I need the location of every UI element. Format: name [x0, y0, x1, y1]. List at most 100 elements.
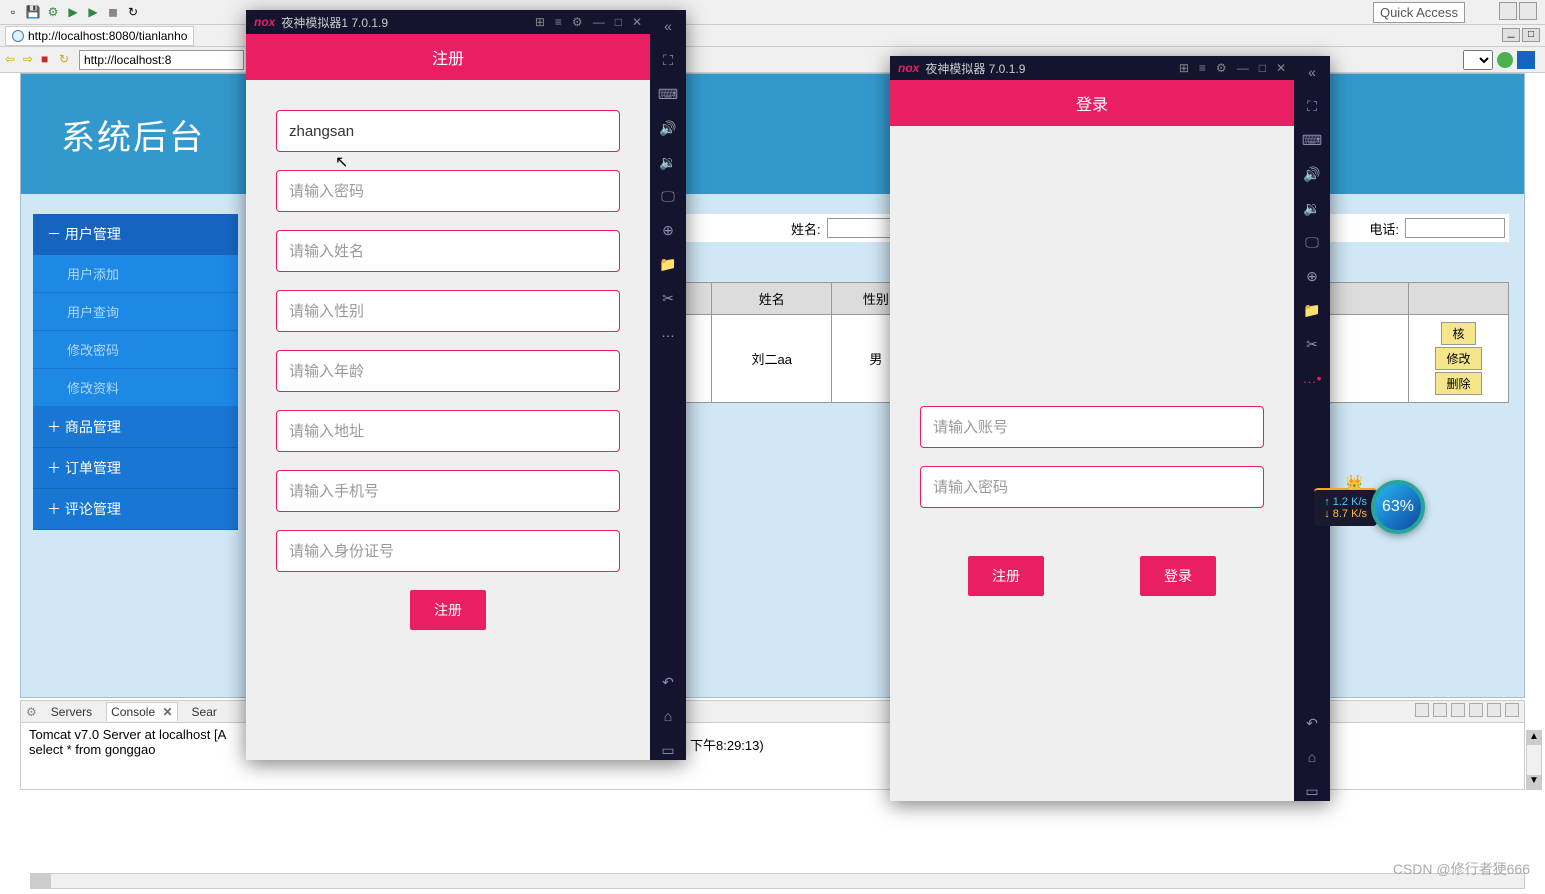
register-age-input[interactable] [276, 350, 620, 392]
console-scroll-icon[interactable] [1433, 703, 1447, 717]
sidebar-item-change-pwd[interactable]: 修改密码 [33, 331, 238, 369]
register-address-input[interactable] [276, 410, 620, 452]
android-home-icon[interactable]: ⌂ [658, 706, 678, 726]
register-submit-button[interactable]: 注册 [410, 590, 486, 630]
nox1-titlebar[interactable]: nox 夜神模拟器1 7.0.1.9 ⊞ ≡ ⚙ — □ ✕ [246, 10, 650, 34]
minimize-icon[interactable]: — [593, 15, 605, 29]
browser-mode-icon[interactable] [1517, 51, 1535, 69]
stop-icon[interactable]: ◼ [105, 4, 121, 20]
nox-logo-icon: nox [254, 15, 275, 29]
sidebar-item-change-info[interactable]: 修改资料 [33, 369, 238, 407]
login-password-input[interactable] [920, 466, 1264, 508]
collapse-icon[interactable]: « [1302, 62, 1322, 82]
console-clear-icon[interactable] [1415, 703, 1429, 717]
close-icon[interactable]: ✕ [1276, 61, 1286, 75]
sidebar-item-user-mgmt[interactable]: － 用户管理 [33, 214, 238, 255]
volume-up-icon[interactable]: 🔊 [1302, 164, 1322, 184]
login-account-input[interactable] [920, 406, 1264, 448]
tab-console[interactable]: Console ✕ [106, 702, 177, 721]
fullscreen-icon[interactable]: ⛶ [1302, 96, 1322, 116]
apk-install-icon[interactable]: ⊕ [1302, 266, 1322, 286]
android-back-icon[interactable]: ↶ [658, 672, 678, 692]
nox2-titlebar[interactable]: nox 夜神模拟器 7.0.1.9 ⊞ ≡ ⚙ — □ ✕ [890, 56, 1294, 80]
run-ext-icon[interactable]: ▶ [85, 4, 101, 20]
screenshot-icon[interactable]: 🖵 [658, 186, 678, 206]
file-icon[interactable]: 📁 [1302, 300, 1322, 320]
volume-down-icon[interactable]: 🔉 [658, 152, 678, 172]
scissors-icon[interactable]: ✂ [658, 288, 678, 308]
url-input[interactable] [79, 50, 244, 70]
console-display-icon[interactable] [1469, 703, 1483, 717]
delete-button[interactable]: 删除 [1435, 372, 1481, 395]
menu-icon[interactable]: ≡ [1199, 61, 1206, 75]
login-submit-button[interactable]: 登录 [1140, 556, 1216, 596]
quick-access-box[interactable]: Quick Access [1373, 2, 1465, 23]
refresh-nav-icon[interactable]: ↻ [59, 52, 75, 68]
keyboard-icon[interactable]: ⌨ [1302, 130, 1322, 150]
screenshot-icon[interactable]: 🖵 [1302, 232, 1322, 252]
scissors-icon[interactable]: ✂ [1302, 334, 1322, 354]
console-min-icon[interactable] [1487, 703, 1501, 717]
refresh-icon[interactable]: ↻ [125, 4, 141, 20]
perspective-java-icon[interactable] [1519, 2, 1537, 20]
new-icon[interactable]: ▫ [5, 4, 21, 20]
collapse-icon[interactable]: « [658, 16, 678, 36]
register-gender-input[interactable] [276, 290, 620, 332]
fullscreen-icon[interactable]: ⛶ [658, 50, 678, 70]
horizontal-scrollbar[interactable] [30, 873, 1525, 889]
console-max-icon[interactable] [1505, 703, 1519, 717]
maximize-icon[interactable]: □ [615, 15, 622, 29]
multi-instance-icon[interactable]: ⊞ [1179, 61, 1189, 75]
apk-install-icon[interactable]: ⊕ [658, 220, 678, 240]
menu-icon[interactable]: ≡ [555, 15, 562, 29]
more-icon[interactable]: …• [1302, 368, 1322, 388]
settings-icon[interactable]: ⚙ [572, 15, 583, 29]
register-phone-input[interactable] [276, 470, 620, 512]
console-pin-icon[interactable] [1451, 703, 1465, 717]
tab-search[interactable]: Sear [188, 703, 221, 721]
volume-down-icon[interactable]: 🔉 [1302, 198, 1322, 218]
maximize-icon[interactable]: □ [1522, 28, 1540, 42]
android-back-icon[interactable]: ↶ [1302, 713, 1322, 733]
settings-icon[interactable]: ⚙ [1216, 61, 1227, 75]
register-name-input[interactable] [276, 230, 620, 272]
android-recent-icon[interactable]: ▭ [658, 740, 678, 760]
multi-instance-icon[interactable]: ⊞ [535, 15, 545, 29]
sidebar-item-comment-mgmt[interactable]: ＋ 评论管理 [33, 489, 238, 530]
filter-phone-input[interactable] [1405, 218, 1505, 238]
android-recent-icon[interactable]: ▭ [1302, 781, 1322, 801]
stop-nav-icon[interactable]: ■ [41, 52, 57, 68]
register-username-input[interactable] [276, 110, 620, 152]
minimize-icon[interactable]: — [1237, 61, 1249, 75]
close-icon[interactable]: ✕ [632, 15, 642, 29]
browser-tab[interactable]: http://localhost:8080/tianlanho [5, 26, 194, 46]
url-history-select[interactable] [1463, 50, 1493, 70]
register-idcard-input[interactable] [276, 530, 620, 572]
keyboard-icon[interactable]: ⌨ [658, 84, 678, 104]
tab-servers[interactable]: Servers [47, 703, 96, 721]
vertical-scrollbar[interactable]: ▲ ▼ [1526, 730, 1542, 790]
minimize-icon[interactable]: － [1502, 28, 1520, 42]
debug-icon[interactable]: ⚙ [45, 4, 61, 20]
save-icon[interactable]: 💾 [25, 4, 41, 20]
close-icon[interactable]: ✕ [162, 705, 172, 719]
sidebar-item-user-add[interactable]: 用户添加 [33, 255, 238, 293]
sidebar-item-order-mgmt[interactable]: ＋ 订单管理 [33, 448, 238, 489]
run-icon[interactable]: ▶ [65, 4, 81, 20]
perspective-jee-icon[interactable] [1499, 2, 1517, 20]
volume-up-icon[interactable]: 🔊 [658, 118, 678, 138]
edit-button[interactable]: 修改 [1435, 347, 1481, 370]
more-icon[interactable]: … [658, 322, 678, 342]
network-speed-widget[interactable]: 👑 ↑ 1.2 K/s ↓ 8.7 K/s 63% [1314, 480, 1425, 534]
android-home-icon[interactable]: ⌂ [1302, 747, 1322, 767]
go-icon[interactable] [1497, 52, 1513, 68]
maximize-icon[interactable]: □ [1259, 61, 1266, 75]
sidebar-item-user-query[interactable]: 用户查询 [33, 293, 238, 331]
register-password-input[interactable] [276, 170, 620, 212]
back-icon[interactable]: ⇦ [5, 52, 21, 68]
file-icon[interactable]: 📁 [658, 254, 678, 274]
audit-button[interactable]: 核 [1441, 322, 1475, 345]
sidebar-item-product-mgmt[interactable]: ＋ 商品管理 [33, 407, 238, 448]
forward-icon[interactable]: ⇨ [23, 52, 39, 68]
login-register-button[interactable]: 注册 [968, 556, 1044, 596]
